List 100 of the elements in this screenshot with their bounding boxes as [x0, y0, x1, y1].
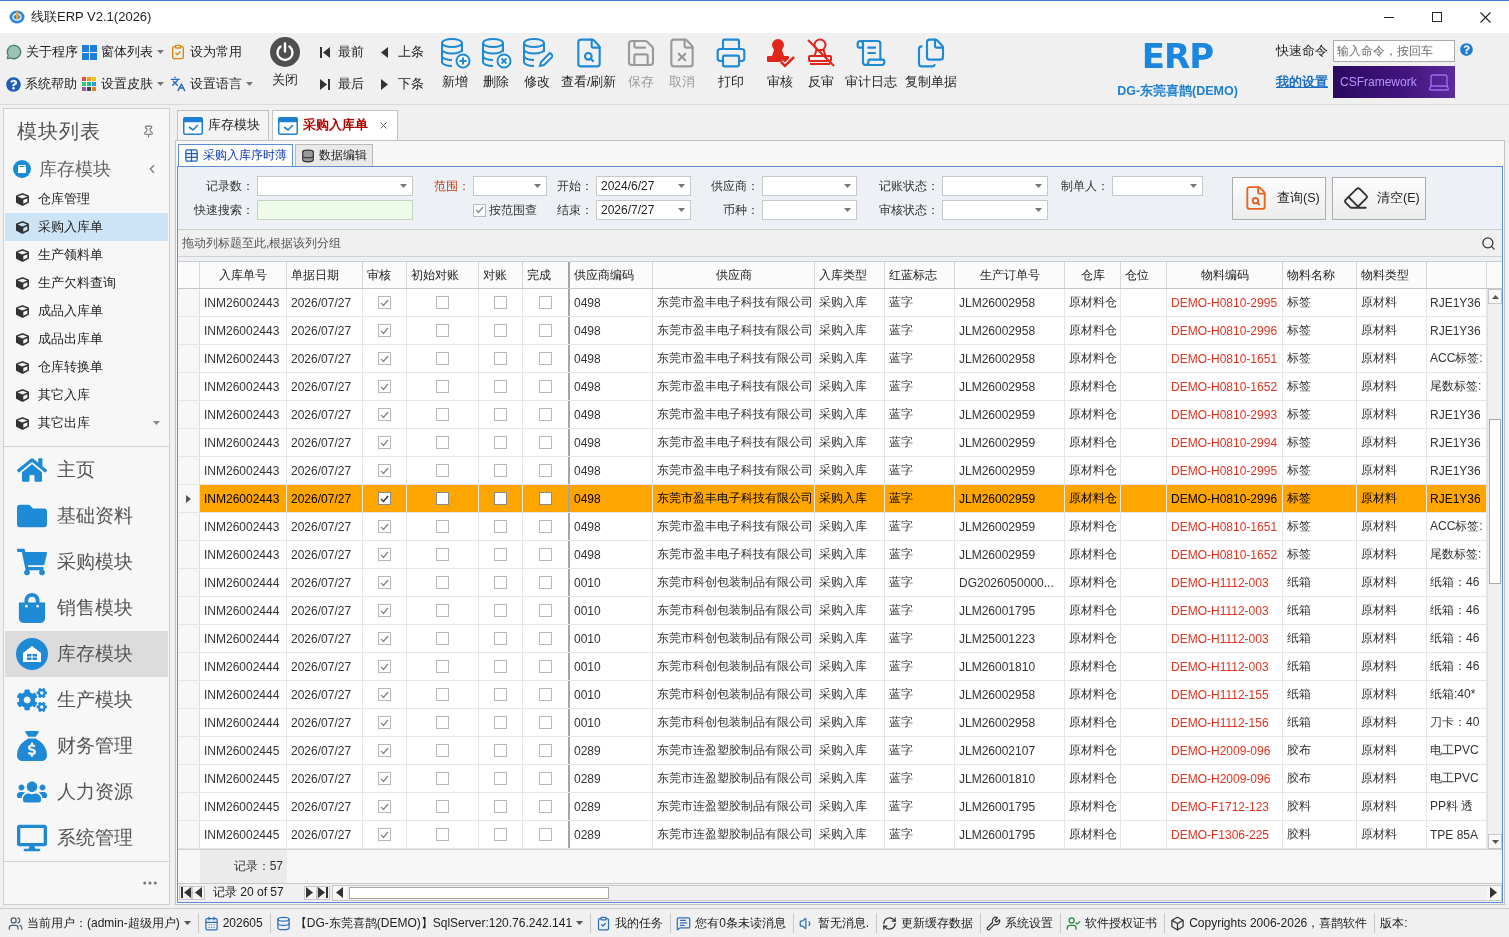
table-row[interactable]: INM26002444 2026/07/27 0010 东莞市科创包装制品有限公司 采购入库 蓝字 JLM26002958 原材料仓 DEMO-H1112-155 纸箱 原材料 纸箱:40* [178, 681, 1487, 709]
close-icon[interactable] [1479, 11, 1491, 23]
checkbox[interactable] [436, 520, 449, 533]
toolbar-button[interactable]: 系统帮助 [4, 71, 79, 97]
checkbox[interactable] [539, 604, 552, 617]
vertical-scrollbar[interactable] [1487, 289, 1502, 849]
status-item[interactable]: 更新缓存数据 [877, 913, 982, 933]
checkbox[interactable] [436, 548, 449, 561]
checkbox[interactable] [378, 576, 391, 589]
dropdown-field[interactable] [942, 176, 1048, 196]
checkbox[interactable] [539, 716, 552, 729]
nav-group-item[interactable]: 采购模块 [5, 539, 168, 585]
checkbox[interactable] [378, 800, 391, 813]
caret-up-icon[interactable] [1491, 294, 1499, 299]
checkbox[interactable] [473, 203, 486, 217]
status-item[interactable]: 您有0条未读消息 [671, 913, 794, 933]
checkbox[interactable] [436, 380, 449, 393]
checkbox[interactable] [436, 296, 449, 309]
column-header[interactable]: 入库类型 [815, 262, 885, 288]
column-header[interactable]: 仓位 [1121, 262, 1167, 288]
checkbox[interactable] [436, 352, 449, 365]
checkbox[interactable] [494, 324, 507, 337]
checkbox[interactable] [494, 744, 507, 757]
checkbox[interactable] [436, 772, 449, 785]
clear-button[interactable]: 清空(E) [1332, 176, 1426, 220]
checkbox[interactable] [436, 408, 449, 421]
table-row[interactable]: INM26002445 2026/07/27 0289 东莞市连盈塑胶制品有限公司 采购入库 蓝字 JLM26002107 原材料仓 DEMO-H2009-096 胶布 原材料 电工PVC [178, 737, 1487, 765]
table-row[interactable]: INM26002443 2026/07/27 0498 东莞市盈丰电子科技有限公司 采购入库 蓝字 JLM26002959 原材料仓 DEMO-H0810-1651 标签 原材料 ACC标签: [178, 513, 1487, 541]
command-input[interactable]: 输入命令，按回车 [1333, 40, 1455, 62]
checkbox[interactable] [436, 716, 449, 729]
sidebar-item[interactable]: 采购入库单 [5, 213, 168, 241]
dropdown-field[interactable] [257, 176, 413, 196]
sidebar-item[interactable]: 其它出库 [5, 409, 168, 437]
status-item[interactable]: 暂无消息. [793, 913, 878, 933]
record-nav-button[interactable]: 上条 [378, 39, 426, 65]
checkbox[interactable] [494, 436, 507, 449]
toolbar-button[interactable]: 审核 [759, 33, 801, 101]
checkbox[interactable] [539, 436, 552, 449]
record-nav-button[interactable]: 最前 [318, 39, 366, 65]
column-header[interactable]: 对账 [479, 262, 523, 288]
checkbox[interactable] [378, 324, 391, 337]
checkbox[interactable] [378, 772, 391, 785]
checkbox[interactable] [494, 548, 507, 561]
caret-down-icon[interactable] [1491, 839, 1499, 844]
pin-icon[interactable] [142, 124, 155, 138]
status-item[interactable]: 我的任务 [591, 913, 672, 933]
caret-down-icon[interactable] [153, 421, 160, 425]
column-header[interactable]: 物料名称 [1283, 262, 1357, 288]
checkbox[interactable] [494, 772, 507, 785]
table-row[interactable]: INM26002443 2026/07/27 0498 东莞市盈丰电子科技有限公司 采购入库 蓝字 JLM26002959 原材料仓 DEMO-H0810-2995 标签 原材料 RJE1Y36 [178, 457, 1487, 485]
horizontal-scrollbar[interactable] [331, 884, 1502, 901]
checkbox[interactable] [539, 324, 552, 337]
checkbox[interactable] [378, 548, 391, 561]
tab[interactable]: 采购入库单 [272, 110, 398, 140]
sidebar-item[interactable]: 生产领料单 [5, 241, 168, 269]
table-row[interactable]: INM26002444 2026/07/27 0010 东莞市科创包装制品有限公司 采购入库 蓝字 JLM26001795 原材料仓 DEMO-H1112-003 纸箱 原材料 纸箱：46 [178, 597, 1487, 625]
checkbox[interactable] [378, 492, 391, 505]
sidebar-item[interactable]: 成品出库单 [5, 325, 168, 353]
checkbox[interactable] [436, 492, 449, 505]
maximize-icon[interactable] [1432, 12, 1442, 22]
checkbox[interactable] [494, 632, 507, 645]
column-header[interactable]: 审核 [363, 262, 407, 288]
checkbox[interactable] [378, 716, 391, 729]
toolbar-button[interactable]: 设置语言 [168, 71, 255, 97]
table-row[interactable]: INM26002443 2026/07/27 0498 东莞市盈丰电子科技有限公司 采购入库 蓝字 JLM26002958 原材料仓 DEMO-H0810-2995 标签 原材料 RJE1Y36 [178, 289, 1487, 317]
table-row[interactable]: INM26002445 2026/07/27 0289 东莞市连盈塑胶制品有限公司 采购入库 蓝字 JLM26001795 原材料仓 DEMO-F1306-225 胶料 原材料 TPE 85A [178, 821, 1487, 849]
checkbox[interactable] [378, 464, 391, 477]
checkbox[interactable] [539, 800, 552, 813]
status-item[interactable]: 当前用户：(admin-超级用户) [3, 913, 199, 933]
checkbox[interactable] [378, 604, 391, 617]
checkbox[interactable] [378, 408, 391, 421]
checkbox[interactable] [378, 380, 391, 393]
help-icon[interactable] [1460, 43, 1473, 56]
checkbox[interactable] [539, 576, 552, 589]
dropdown-field[interactable] [762, 200, 857, 220]
minimize-icon[interactable] [1384, 16, 1394, 18]
checkbox[interactable] [436, 324, 449, 337]
dropdown-field[interactable]: 2026/7/27 [596, 200, 691, 220]
checkbox[interactable] [436, 604, 449, 617]
first-record-button[interactable] [179, 885, 192, 900]
checkbox[interactable] [494, 800, 507, 813]
nav-group-item[interactable]: 销售模块 [5, 585, 168, 631]
checkbox[interactable] [539, 408, 552, 421]
status-item[interactable]: 202605 [198, 913, 271, 933]
checkbox[interactable] [494, 492, 507, 505]
checkbox[interactable] [539, 772, 552, 785]
checkbox[interactable] [378, 828, 391, 841]
toolbar-button[interactable]: 设置皮肤 [80, 71, 166, 97]
nav-group-item[interactable]: 基础资料 [5, 493, 168, 539]
checkbox[interactable] [539, 492, 552, 505]
checkbox[interactable] [378, 744, 391, 757]
table-row[interactable]: INM26002445 2026/07/27 0289 东莞市连盈塑胶制品有限公司 采购入库 蓝字 JLM26001795 原材料仓 DEMO-F1712-123 胶料 原材料 PP料 透 [178, 793, 1487, 821]
nav-group-item[interactable]: 库存模块 [5, 631, 168, 677]
tab[interactable]: 数据编辑 [295, 144, 373, 166]
toolbar-button[interactable]: 复制单据 [901, 33, 962, 101]
table-row[interactable]: INM26002444 2026/07/27 0010 东莞市科创包装制品有限公司 采购入库 蓝字 JLM25001223 原材料仓 DEMO-H1112-003 纸箱 原材料 纸箱：46 [178, 625, 1487, 653]
tab[interactable]: 采购入库序时薄 [178, 144, 293, 166]
checkbox[interactable] [378, 436, 391, 449]
status-item[interactable]: 软件授权证书 [1061, 913, 1166, 933]
column-header[interactable]: 供应商编码 [570, 262, 653, 288]
